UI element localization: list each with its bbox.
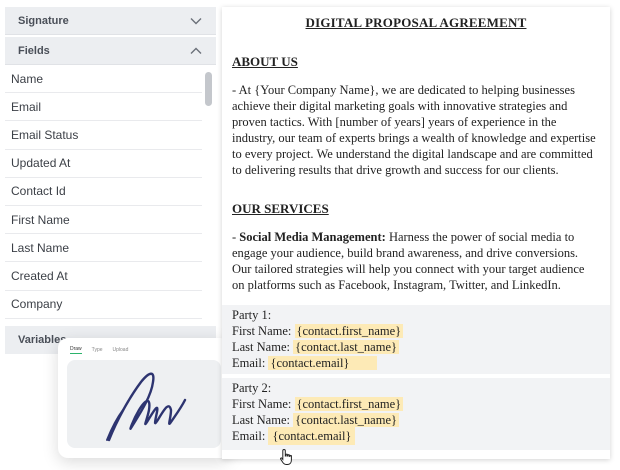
tab-type[interactable]: Type [92, 347, 103, 353]
party-1-last-name-line: Last Name: {contact.last_name} [232, 339, 600, 355]
party-2-last-name-label: Last Name: [232, 413, 294, 427]
field-item-company[interactable]: Company [5, 291, 202, 319]
party-1-first-name-token[interactable]: {contact.first_name} [294, 324, 404, 338]
about-us-heading: ABOUT US [232, 54, 298, 69]
party-1-email-line: Email: {contact.email} [232, 355, 600, 371]
fields-accordion[interactable]: Fields [5, 37, 216, 65]
field-list-scrollbar[interactable] [205, 72, 212, 106]
signature-accordion[interactable]: Signature [5, 7, 216, 35]
hand-cursor-icon [280, 448, 292, 465]
fields-accordion-label: Fields [18, 44, 50, 57]
field-item-email-status[interactable]: Email Status [5, 121, 202, 150]
field-item-email[interactable]: Email [5, 93, 202, 122]
party-1-last-name-label: Last Name: [232, 340, 294, 354]
field-item-last-name[interactable]: Last Name [5, 234, 202, 263]
about-us-text: - At {Your Company Name}, we are dedicat… [232, 83, 596, 177]
party-1-first-name-line: First Name: {contact.first_name} [232, 323, 600, 339]
party-2-email-label: Email: [232, 429, 266, 443]
tab-draw[interactable]: Draw [70, 346, 82, 354]
signature-drawing [106, 372, 187, 442]
party-2-first-name-line: First Name: {contact.first_name} [232, 396, 600, 412]
field-item-created-at[interactable]: Created At [5, 262, 202, 291]
tab-upload[interactable]: Upload [113, 347, 129, 353]
party-2-email-token[interactable]: {contact.email} [268, 427, 356, 445]
field-list: Name Email Email Status Updated At Conta… [5, 65, 216, 319]
signature-tabs: Draw Type Upload [67, 344, 221, 356]
party-1-last-name-token[interactable]: {contact.last_name} [293, 340, 399, 354]
party-1-first-name-label: First Name: [232, 324, 295, 338]
document-title: DIGITAL PROPOSAL AGREEMENT [305, 15, 527, 30]
field-item-contact-id[interactable]: Contact Id [5, 178, 202, 206]
party-2-email-line: Email: {contact.email} [232, 427, 600, 445]
party-1-email-label: Email: [232, 356, 269, 370]
services-lead: Social Media Management: [239, 230, 386, 244]
document-page: DIGITAL PROPOSAL AGREEMENT ABOUT US - At… [222, 7, 610, 459]
field-item-first-name[interactable]: First Name [5, 206, 202, 235]
field-item-updated-at[interactable]: Updated At [5, 150, 202, 178]
party-2-first-name-label: First Name: [232, 397, 295, 411]
signature-pad-card: Draw Type Upload [58, 338, 230, 458]
party-1-email-token[interactable]: {contact.email} [268, 356, 378, 370]
party-2-block: Party 2: First Name: {contact.first_name… [222, 378, 610, 450]
chevron-up-icon [190, 47, 202, 54]
signature-canvas[interactable] [67, 360, 221, 448]
party-2-first-name-token[interactable]: {contact.first_name} [294, 397, 404, 411]
chevron-down-icon [190, 17, 202, 24]
party-1-block: Party 1: First Name: {contact.first_name… [222, 305, 610, 374]
party-2-last-name-line: Last Name: {contact.last_name} [232, 412, 600, 428]
left-panel: Signature Fields Name Email Email Status… [5, 7, 216, 347]
party-1-heading: Party 1: [232, 308, 272, 322]
field-item-name[interactable]: Name [5, 65, 202, 94]
services-text: - Social Media Management: Harness the p… [232, 230, 585, 292]
our-services-heading: OUR SERVICES [232, 201, 329, 216]
signature-accordion-label: Signature [18, 14, 69, 27]
party-2-last-name-token[interactable]: {contact.last_name} [293, 413, 399, 427]
party-2-heading: Party 2: [232, 381, 272, 395]
